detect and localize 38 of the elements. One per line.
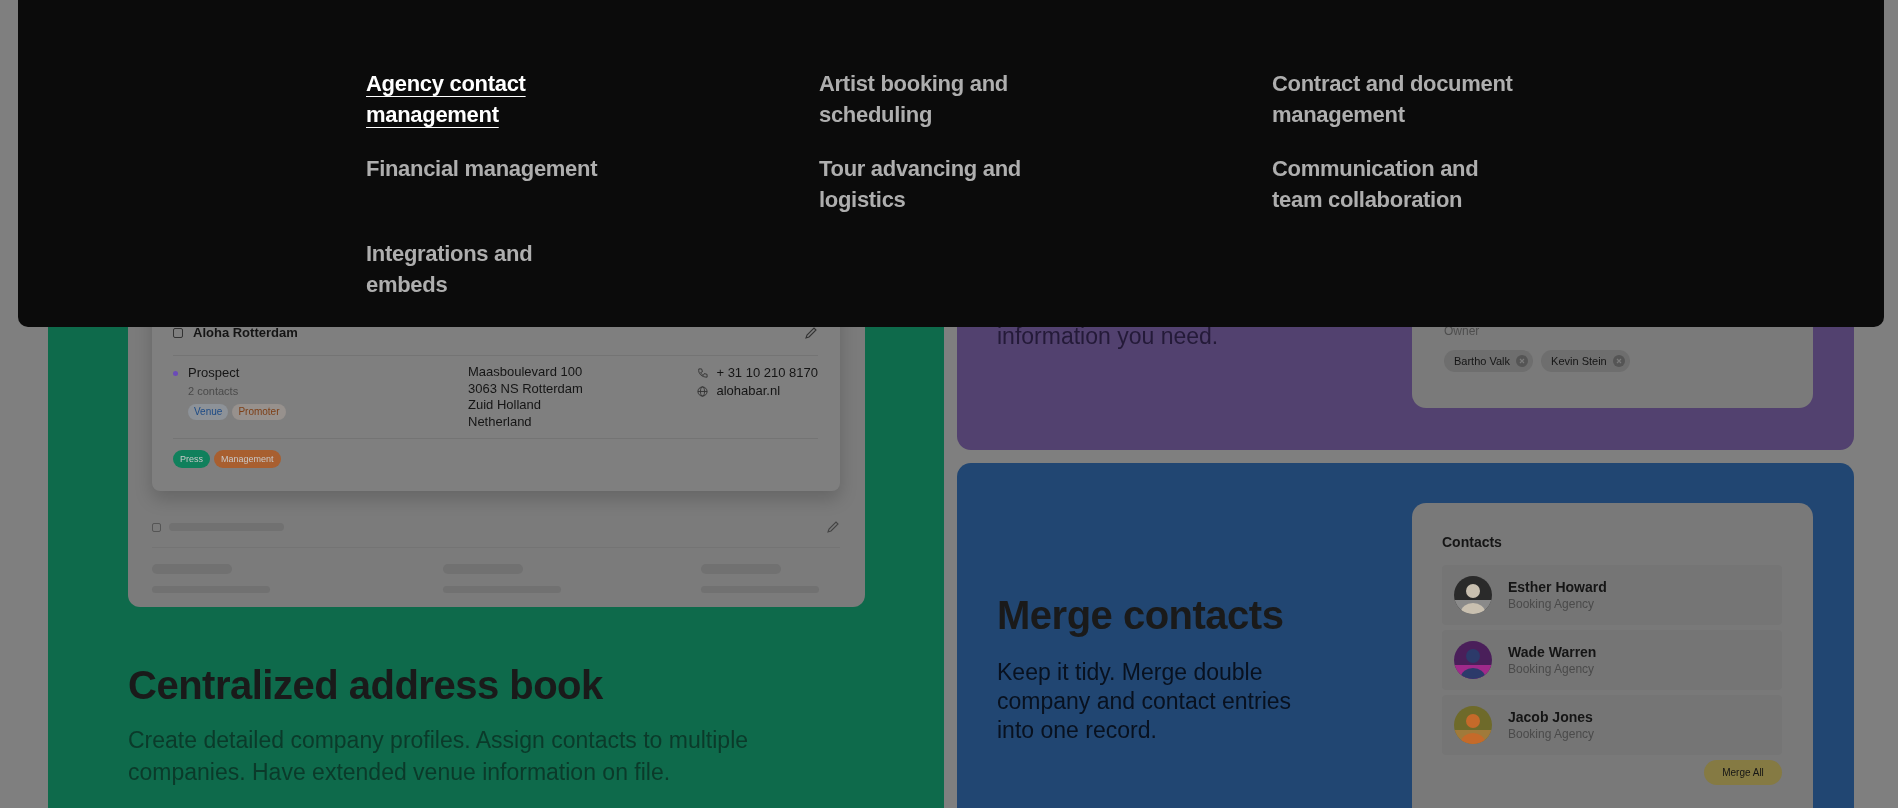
edit-icon[interactable] — [804, 326, 818, 340]
address-line: Zuid Holland — [468, 397, 542, 414]
menu-link[interactable]: Artist booking and scheduling — [819, 68, 1071, 130]
remove-icon[interactable] — [1612, 355, 1625, 367]
address-line: 3063 NS Rotterdam — [468, 380, 584, 397]
menu-link[interactable]: Agency contact management — [366, 68, 618, 130]
website-link[interactable]: alohabar.nl — [716, 382, 781, 400]
owner-chip[interactable]: Bartho Valk — [1444, 350, 1534, 372]
address-line: Netherland — [468, 413, 533, 430]
menu-link[interactable]: Integrations and embeds — [366, 238, 618, 300]
status-label: Prospect — [188, 364, 240, 382]
edit-icon[interactable] — [826, 520, 840, 534]
tag: Press — [173, 450, 210, 468]
section-heading: Centralized address book — [128, 662, 604, 709]
globe-icon — [697, 385, 709, 397]
checkbox[interactable] — [152, 522, 161, 532]
phone-icon — [697, 367, 709, 379]
menu-link[interactable]: Communication and team collaboration — [1272, 153, 1524, 215]
address-line: Maasboulevard 100 — [468, 364, 584, 381]
status-dot — [173, 370, 178, 376]
remove-icon[interactable] — [1516, 355, 1529, 367]
checkbox[interactable] — [173, 328, 183, 338]
owner-chip[interactable]: Kevin Stein — [1541, 350, 1630, 372]
tag: Management — [214, 450, 281, 468]
phone-number: + 31 10 210 8170 — [716, 364, 818, 382]
section-heading: Merge contacts — [997, 592, 1285, 639]
contact-name: Esther Howard — [1508, 578, 1607, 596]
section-description: Keep it tidy. Merge double company and contact entries into one record. — [997, 658, 1293, 745]
tag: Venue — [188, 404, 229, 420]
merge-button[interactable]: Merge All — [1704, 760, 1782, 785]
contact-name: Jacob Jones — [1508, 708, 1594, 726]
menu-link[interactable]: Financial management — [366, 153, 618, 184]
contact-name: Wade Warren — [1508, 643, 1597, 661]
panel-title: Contacts — [1442, 533, 1503, 551]
menu-link[interactable]: Contract and document management — [1272, 68, 1524, 130]
company-name: Aloha Rotterdam — [193, 324, 298, 342]
tag: Promoter — [232, 404, 286, 420]
menu-link[interactable]: Tour advancing and logistics — [819, 153, 1071, 215]
